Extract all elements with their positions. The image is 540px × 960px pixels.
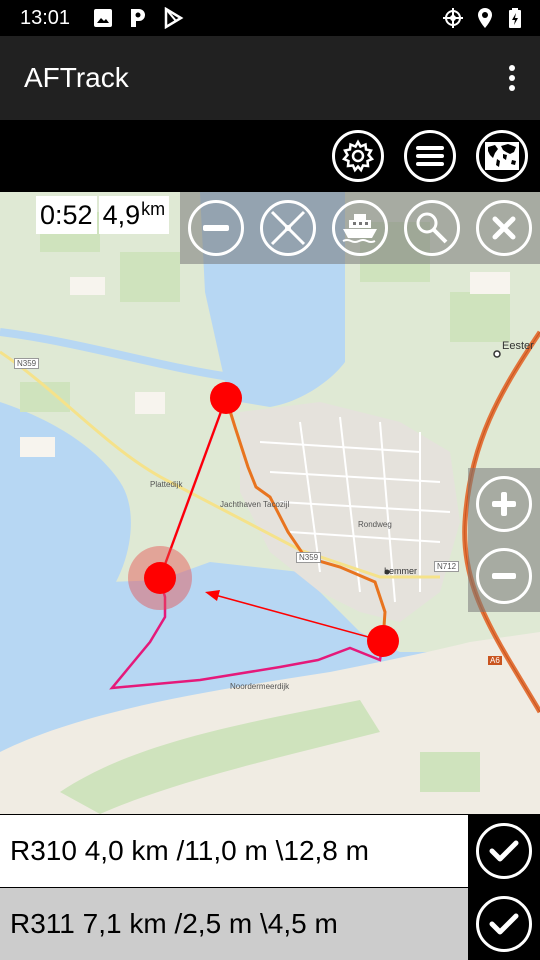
zoom-controls (468, 468, 540, 612)
zoom-in-button[interactable] (476, 476, 532, 532)
label-n359-west: N359 (14, 358, 40, 369)
distance: 4,9 km (98, 196, 170, 234)
route-label: R311 7,1 km /2,5 m \4,5 m (10, 908, 338, 939)
elapsed-time-value: 0:52 (40, 200, 93, 230)
route-select-button[interactable] (468, 888, 540, 960)
app-bar: AFTrack (0, 36, 540, 120)
location-pin-icon (478, 8, 492, 28)
track-stats: 0:52 4,9 km (36, 196, 170, 236)
map-control-bar (180, 192, 540, 264)
map-view[interactable]: Lemmer Eester N359 N359 N712 A6 Jachthav… (0, 192, 540, 814)
village-marker (493, 350, 501, 358)
canal (0, 328, 231, 381)
close-button[interactable] (476, 200, 532, 256)
label-n712: N712 (434, 561, 460, 572)
route-row-r310[interactable]: R310 4,0 km /11,0 m \12,8 m (0, 815, 540, 887)
boat-icon (342, 214, 377, 243)
waypoint-current[interactable] (144, 562, 176, 594)
menu-icon (416, 146, 444, 166)
route-row-r311[interactable]: R311 7,1 km /2,5 m \4,5 m (0, 888, 540, 960)
status-time: 13:01 (20, 7, 71, 29)
check-ring (476, 896, 532, 952)
world-map-button[interactable] (476, 130, 528, 182)
zoom-out-button[interactable] (476, 548, 532, 604)
elapsed-time: 0:52 (36, 196, 97, 234)
status-bar: 13:01 (0, 0, 540, 36)
zoom-out-minus-icon (203, 225, 229, 231)
overflow-menu-icon[interactable] (500, 62, 524, 94)
app-title: AFTrack (24, 62, 129, 93)
settings-icon (341, 139, 375, 173)
route-select-button[interactable] (468, 815, 540, 887)
cross-button[interactable] (260, 200, 316, 256)
lake-water-west (0, 402, 131, 612)
parking-icon (131, 9, 145, 27)
checkmark-icon (489, 840, 519, 862)
world-map-icon (485, 142, 519, 170)
zoom-out-icon (492, 573, 516, 579)
route-label: R310 4,0 km /11,0 m \12,8 m (10, 835, 369, 866)
label-plattedijk: Plattedijk (150, 480, 183, 489)
cross-icon (270, 210, 306, 246)
distance-unit: km (141, 199, 166, 219)
image-icon (94, 9, 112, 27)
search-button[interactable] (404, 200, 460, 256)
label-lemmer: Lemmer (384, 566, 418, 576)
label-rondweg: Rondweg (358, 520, 392, 529)
top-toolbar (0, 120, 540, 192)
settings-button[interactable] (332, 130, 384, 182)
label-n359: N359 (296, 552, 322, 563)
search-icon (416, 212, 448, 244)
label-dike: Noordermeerdijk (230, 682, 290, 691)
boat-button[interactable] (332, 200, 388, 256)
menu-button[interactable] (404, 130, 456, 182)
distance-value: 4,9 (102, 200, 141, 230)
zoom-in-icon (492, 492, 516, 516)
label-harbour: Jachthaven Tacozijl (220, 500, 290, 509)
label-a6: A6 (488, 656, 502, 665)
label-eester: Eester (502, 340, 534, 352)
gps-target-icon (443, 8, 463, 28)
play-store-icon (164, 7, 184, 29)
close-icon (492, 216, 516, 240)
waypoint-north[interactable] (210, 382, 242, 414)
battery-charging-icon (509, 8, 521, 28)
checkmark-icon (489, 913, 519, 935)
remove-point-button[interactable] (188, 200, 244, 256)
check-ring (476, 823, 532, 879)
waypoint-east[interactable] (367, 625, 399, 657)
